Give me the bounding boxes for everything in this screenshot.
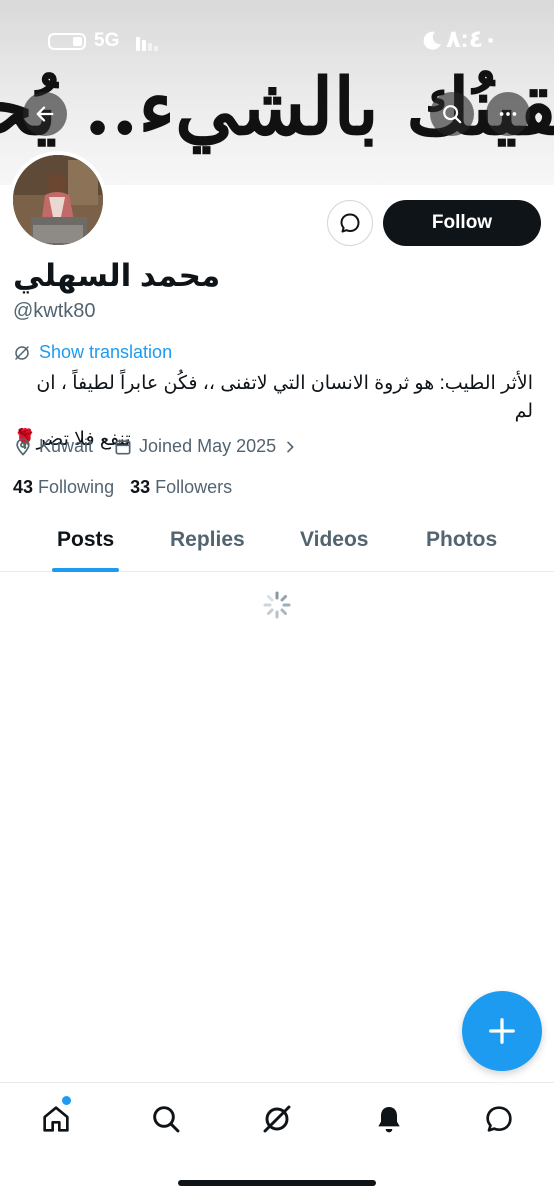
plus-icon — [489, 1018, 515, 1044]
home-icon — [43, 1106, 69, 1132]
following-count: 43 — [13, 477, 34, 497]
notifications-icon — [378, 1107, 400, 1133]
search-icon — [153, 1106, 180, 1133]
location-pin-icon — [16, 437, 30, 456]
back-button[interactable] — [23, 92, 67, 136]
tab-posts[interactable]: Posts — [57, 528, 114, 552]
tab-replies[interactable]: Replies — [170, 528, 245, 552]
home-new-indicator — [62, 1096, 71, 1105]
location-text: Kuwait — [39, 436, 94, 456]
display-name: محمد السهلي — [13, 258, 221, 293]
followers-label: Followers — [155, 477, 233, 497]
follow-stats: 43 Following 33 Followers — [13, 477, 232, 498]
search-icon — [443, 105, 462, 124]
nav-notifications[interactable] — [369, 1099, 409, 1139]
nav-messages[interactable] — [479, 1099, 519, 1139]
location: Kuwait — [13, 436, 93, 457]
chat-bubble-icon — [340, 213, 360, 233]
message-button[interactable] — [327, 200, 373, 246]
handle: @kwtk80 — [13, 300, 96, 322]
nav-search[interactable] — [146, 1099, 186, 1139]
tab-active-indicator — [52, 568, 119, 572]
more-button[interactable] — [486, 92, 530, 136]
network-type: 5G — [94, 30, 120, 51]
following-link[interactable]: 43 Following — [13, 477, 114, 498]
avatar-image — [13, 155, 103, 245]
follow-button[interactable]: Follow — [383, 200, 541, 246]
followers-count: 33 — [130, 477, 151, 497]
profile-meta: Kuwait Joined May 2025 — [13, 436, 318, 457]
search-button[interactable] — [430, 92, 474, 136]
messages-icon — [486, 1106, 512, 1132]
joined-date[interactable]: Joined May 2025 — [113, 436, 298, 457]
following-label: Following — [38, 477, 115, 497]
grok-icon — [263, 1105, 291, 1133]
followers-link[interactable]: 33 Followers — [130, 477, 232, 498]
chevron-right-icon — [287, 441, 294, 452]
more-icon — [499, 112, 517, 116]
status-bar: 5G ٨:٤٠ — [0, 0, 554, 84]
show-translation-label: Show translation — [39, 342, 173, 362]
signal-icon — [136, 35, 160, 51]
loading-spinner-icon — [263, 591, 291, 619]
avatar[interactable] — [9, 151, 107, 249]
arrow-left-icon — [36, 106, 54, 122]
home-indicator — [178, 1180, 376, 1186]
translate-icon — [15, 345, 29, 360]
calendar-icon — [115, 439, 131, 454]
tab-photos[interactable]: Photos — [426, 528, 497, 552]
nav-home[interactable] — [36, 1099, 76, 1139]
joined-text: Joined May 2025 — [139, 436, 277, 456]
battery-icon — [48, 33, 86, 50]
tab-videos[interactable]: Videos — [300, 528, 368, 552]
compose-button[interactable] — [462, 991, 542, 1071]
profile-tabs: Posts Replies Videos Photos — [0, 512, 554, 572]
nav-grok[interactable] — [257, 1099, 297, 1139]
show-translation-link[interactable]: Show translation — [13, 342, 172, 363]
bio-line-1: الأثر الطيب: هو ثروة الانسان التي لاتفنى… — [36, 373, 533, 422]
moon-icon — [423, 31, 441, 50]
status-time: ٨:٤٠ — [446, 26, 498, 53]
